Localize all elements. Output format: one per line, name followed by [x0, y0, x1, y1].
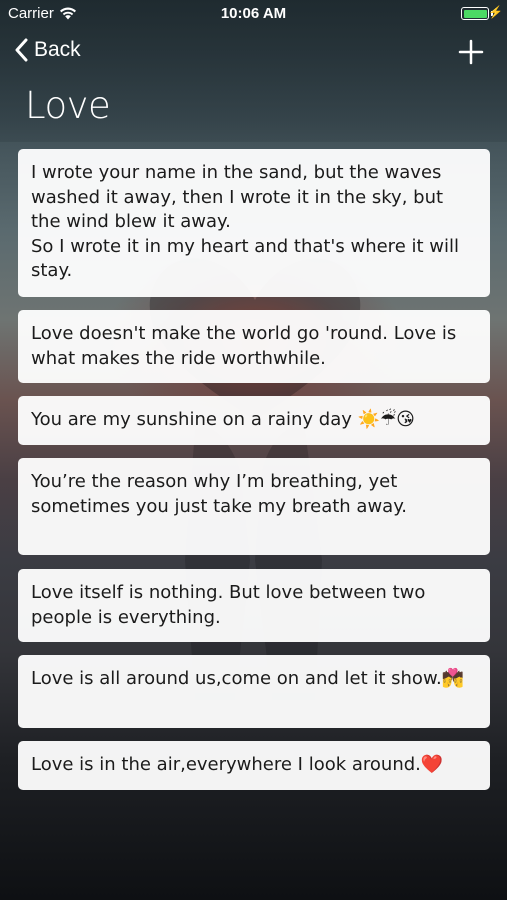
page-title: Love	[25, 84, 111, 127]
plus-icon[interactable]	[457, 38, 485, 66]
back-button[interactable]: Back	[14, 38, 81, 62]
quote-card[interactable]: Love is in the air,everywhere I look aro…	[18, 741, 490, 790]
quote-card[interactable]: Love is all around us,come on and let it…	[18, 655, 490, 728]
battery-level	[463, 9, 487, 18]
quote-card[interactable]: Love doesn't make the world go 'round. L…	[18, 310, 490, 383]
navigation-bar: Back	[0, 28, 507, 80]
chevron-left-icon	[15, 38, 28, 62]
clock: 10:06 AM	[220, 5, 287, 22]
charging-bolt-icon: ⚡	[488, 5, 503, 19]
battery-icon	[461, 7, 489, 20]
quote-card[interactable]: You are my sunshine on a rainy day ☀️☔😘	[18, 396, 490, 445]
quote-card[interactable]: Love itself is nothing. But love between…	[18, 569, 490, 642]
quote-card[interactable]: You’re the reason why I’m breathing, yet…	[18, 458, 490, 555]
status-bar: Carrier 10:06 AM ⚡	[0, 0, 507, 28]
back-button-label: Back	[34, 38, 81, 61]
quote-card[interactable]: I wrote your name in the sand, but the w…	[18, 149, 490, 297]
